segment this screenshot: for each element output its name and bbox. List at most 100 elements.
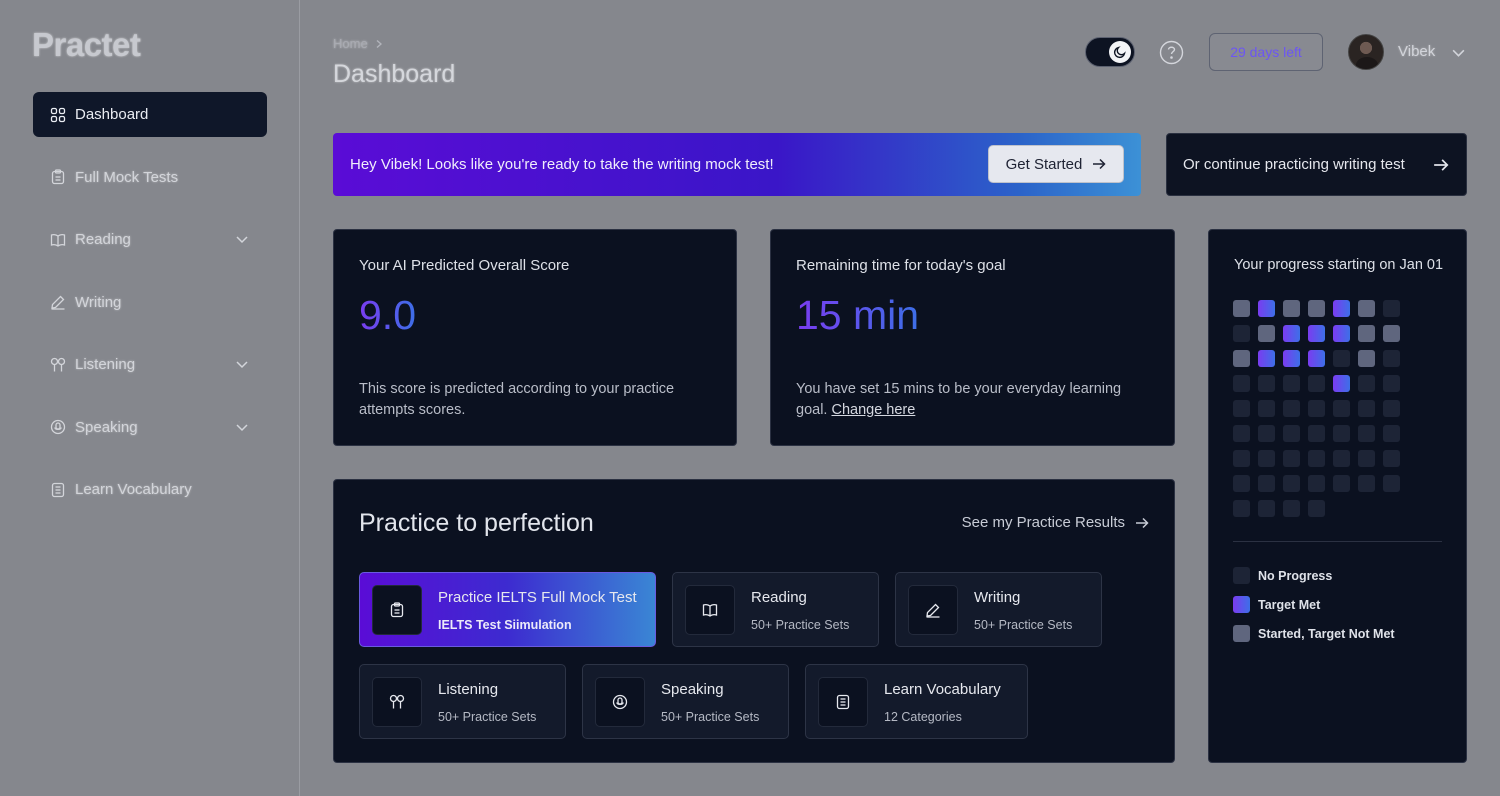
progress-day-cell — [1233, 450, 1250, 467]
pencil-icon — [908, 585, 958, 635]
progress-day-cell — [1308, 400, 1325, 417]
help-icon[interactable] — [1159, 40, 1184, 65]
avatar[interactable] — [1348, 34, 1384, 70]
progress-day-cell — [1258, 425, 1275, 442]
tile-full-mock-test[interactable]: Practice IELTS Full Mock Test IELTS Test… — [359, 572, 656, 647]
practice-results-link[interactable]: See my Practice Results — [962, 514, 1149, 531]
microphone-icon — [595, 677, 645, 727]
progress-day-cell — [1358, 400, 1375, 417]
progress-day-cell — [1258, 300, 1275, 317]
progress-day-cell — [1233, 400, 1250, 417]
progress-day-cell — [1283, 300, 1300, 317]
theme-toggle[interactable] — [1085, 37, 1135, 67]
sidebar-item-learn-vocabulary[interactable]: Learn Vocabulary — [33, 467, 267, 512]
progress-day-cell — [1383, 450, 1400, 467]
progress-day-cell — [1308, 300, 1325, 317]
legend-label: No Progress — [1258, 568, 1333, 583]
progress-day-cell — [1358, 350, 1375, 367]
mock-test-banner: Hey Vibek! Looks like you're ready to ta… — [333, 133, 1141, 196]
progress-day-cell — [1358, 375, 1375, 392]
legend-swatch — [1233, 596, 1250, 613]
legend-label: Started, Target Not Met — [1258, 626, 1395, 641]
sidebar-item-full-mock-tests[interactable]: Full Mock Tests — [33, 155, 267, 200]
goal-label: Remaining time for today's goal — [796, 257, 1006, 274]
sidebar-item-reading[interactable]: Reading — [33, 217, 267, 262]
progress-day-cell — [1283, 425, 1300, 442]
progress-day-cell — [1283, 350, 1300, 367]
chevron-down-icon[interactable] — [235, 420, 249, 434]
progress-day-cell — [1258, 400, 1275, 417]
progress-day-cell — [1308, 425, 1325, 442]
legend-swatch — [1233, 567, 1250, 584]
tile-title: Writing — [974, 589, 1021, 606]
continue-text: Or continue practicing writing test — [1183, 156, 1405, 173]
chevron-down-icon[interactable] — [235, 357, 249, 371]
get-started-label: Get Started — [1005, 155, 1083, 173]
tile-writing[interactable]: Writing 50+ Practice Sets — [895, 572, 1102, 647]
legend-swatch — [1233, 625, 1250, 642]
progress-day-cell — [1283, 450, 1300, 467]
progress-grid — [1233, 300, 1400, 517]
progress-day-cell — [1308, 475, 1325, 492]
sidebar-item-writing[interactable]: Writing — [33, 280, 267, 325]
tile-subtitle: 50+ Practice Sets — [438, 710, 537, 724]
progress-day-cell — [1358, 475, 1375, 492]
tile-title: Practice IELTS Full Mock Test — [438, 589, 637, 606]
progress-day-cell — [1283, 375, 1300, 392]
change-goal-link[interactable]: Change here — [831, 402, 915, 418]
progress-day-cell — [1358, 325, 1375, 342]
tile-subtitle: 50+ Practice Sets — [751, 618, 850, 632]
tile-reading[interactable]: Reading 50+ Practice Sets — [672, 572, 879, 647]
book-open-icon — [685, 585, 735, 635]
tile-title: Learn Vocabulary — [884, 681, 1001, 698]
sidebar-item-speaking[interactable]: Speaking — [33, 405, 267, 450]
progress-day-cell — [1358, 450, 1375, 467]
progress-card: Your progress starting on Jan 01 No Prog… — [1208, 229, 1467, 763]
banner-text: Hey Vibek! Looks like you're ready to ta… — [350, 156, 774, 173]
progress-day-cell — [1283, 475, 1300, 492]
progress-day-cell — [1233, 325, 1250, 342]
sidebar-item-dashboard[interactable]: Dashboard — [33, 92, 267, 137]
sidebar: Practet Dashboard Full Mock Tests Readin… — [0, 0, 300, 796]
trial-days-badge[interactable]: 29 days left — [1209, 33, 1323, 71]
pencil-icon — [50, 294, 66, 310]
progress-day-cell — [1308, 450, 1325, 467]
sidebar-item-label: Listening — [75, 356, 136, 373]
legend-item: Started, Target Not Met — [1233, 625, 1395, 642]
breadcrumb-home[interactable]: Home — [333, 36, 368, 51]
moon-icon — [1109, 41, 1131, 63]
chevron-down-icon[interactable] — [235, 232, 249, 246]
progress-day-cell — [1358, 425, 1375, 442]
sidebar-item-label: Learn Vocabulary — [75, 481, 192, 498]
continue-practicing-button[interactable]: Or continue practicing writing test — [1166, 133, 1467, 196]
legend-divider — [1233, 541, 1442, 542]
chevron-down-icon[interactable] — [1451, 45, 1466, 60]
arrow-right-icon — [1093, 158, 1106, 170]
tile-title: Reading — [751, 589, 807, 606]
clipboard-icon — [50, 169, 66, 185]
chevron-right-icon — [376, 39, 382, 48]
progress-day-cell — [1333, 300, 1350, 317]
legend-item: No Progress — [1233, 567, 1395, 584]
progress-day-cell — [1233, 475, 1250, 492]
sidebar-item-label: Reading — [75, 231, 131, 248]
score-value: 9.0 — [359, 292, 416, 338]
progress-day-cell — [1233, 425, 1250, 442]
get-started-button[interactable]: Get Started — [988, 145, 1124, 183]
grid-icon — [50, 107, 66, 123]
app-logo[interactable]: Practet — [32, 26, 141, 64]
daily-goal-card: Remaining time for today's goal 15 min Y… — [770, 229, 1175, 446]
tile-learn-vocabulary[interactable]: Learn Vocabulary 12 Categories — [805, 664, 1028, 739]
tile-speaking[interactable]: Speaking 50+ Practice Sets — [582, 664, 789, 739]
progress-legend: No Progress Target Met Started, Target Not… — [1233, 567, 1395, 654]
progress-day-cell — [1333, 350, 1350, 367]
progress-day-cell — [1333, 375, 1350, 392]
tile-subtitle: 50+ Practice Sets — [974, 618, 1073, 632]
sidebar-item-listening[interactable]: Listening — [33, 342, 267, 387]
notebook-icon — [818, 677, 868, 727]
practice-results-label: See my Practice Results — [961, 514, 1125, 531]
tile-listening[interactable]: Listening 50+ Practice Sets — [359, 664, 566, 739]
progress-day-cell — [1383, 425, 1400, 442]
goal-description: You have set 15 mins to be your everyday… — [796, 379, 1136, 421]
user-name[interactable]: Vibek — [1398, 43, 1435, 60]
